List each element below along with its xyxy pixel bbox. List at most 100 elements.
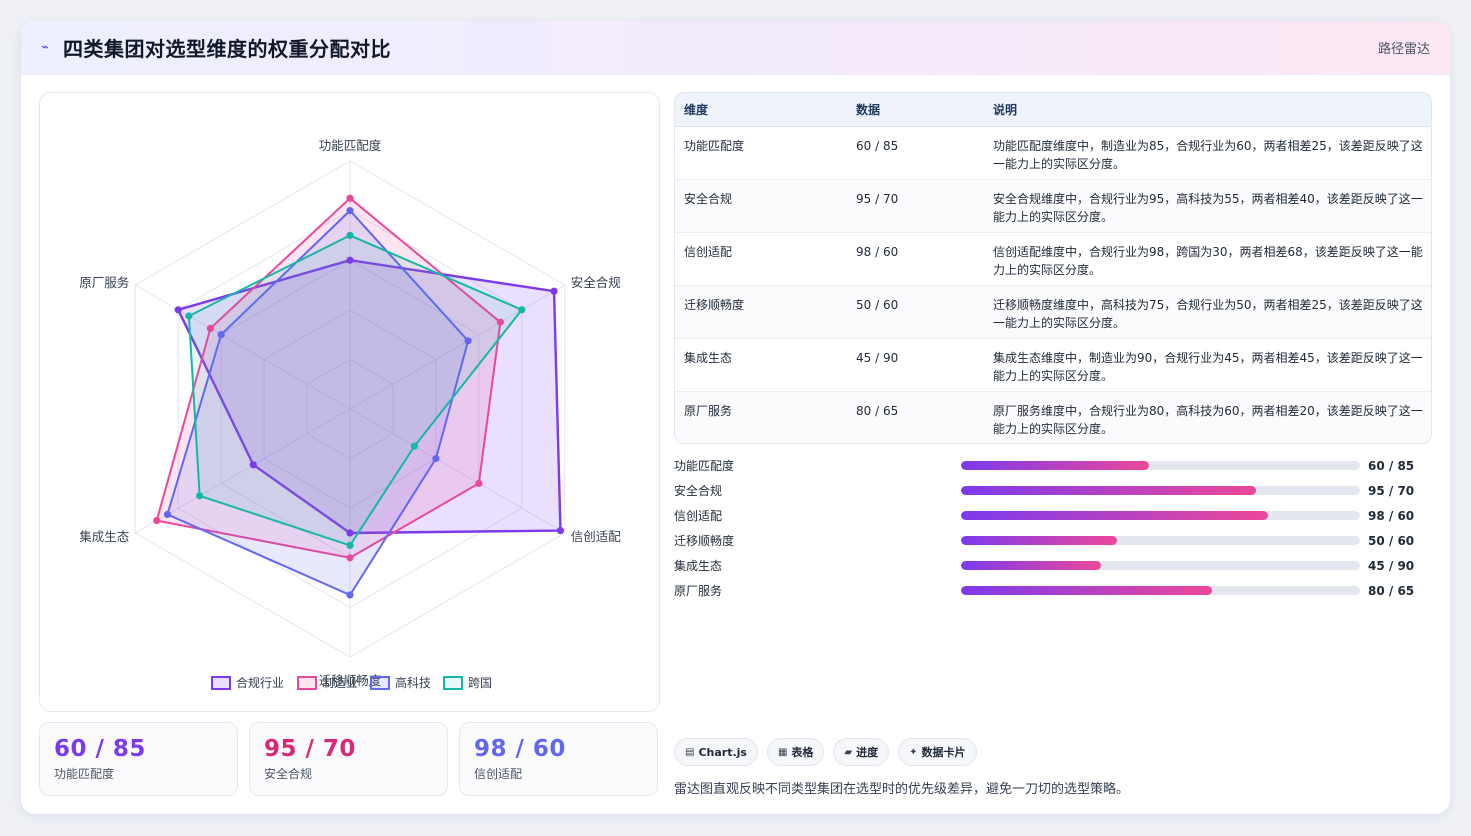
stat-label: 安全合规 <box>264 767 313 781</box>
radar-point <box>153 517 161 525</box>
radar-axis-label: 信创适配 <box>571 529 622 544</box>
radar-point <box>174 306 182 314</box>
column-header-data: 数据 <box>856 102 881 117</box>
table-row: 迁移顺畅度 50 / 60 迁移顺畅度维度中，高科技为75，合规行业为50，两者… <box>675 286 1431 339</box>
cell-data: 98 / 60 <box>856 245 899 259</box>
cell-dimension: 迁移顺畅度 <box>684 298 745 312</box>
progress-label: 集成生态 <box>674 559 723 573</box>
stat-value: 95 / 70 <box>264 736 356 762</box>
table-row: 功能匹配度 60 / 85 功能匹配度维度中，制造业为85，合规行业为60，两者… <box>675 127 1431 180</box>
chart-icon: ▤ <box>685 746 695 758</box>
legend-label: 制造业 <box>322 676 358 690</box>
header-tag: 路径雷达 <box>1377 42 1430 57</box>
chip-chartjs[interactable]: ▤ Chart.js <box>674 738 758 766</box>
progress-track <box>961 511 1360 520</box>
stat-value: 60 / 85 <box>54 736 146 762</box>
radar-axis-label: 功能匹配度 <box>319 138 382 153</box>
progress-track <box>961 461 1360 470</box>
table-row: 安全合规 95 / 70 安全合规维度中，合规行业为95，高科技为55，两者相差… <box>675 180 1431 233</box>
progress-value: 50 / 60 <box>1368 533 1415 548</box>
progress-label: 原厂服务 <box>674 584 723 598</box>
progress-label: 迁移顺畅度 <box>674 534 735 548</box>
radar-chart: 功能匹配度安全合规信创适配迁移顺畅度集成生态原厂服务合规行业 制造业 高科技 跨国 <box>79 138 622 690</box>
radar-point <box>496 318 504 326</box>
progress-track <box>961 536 1360 545</box>
progress-row: 迁移顺畅度 50 / 60 <box>674 528 1434 553</box>
legend-swatch <box>370 676 390 690</box>
radar-point <box>185 312 193 320</box>
chip-data-card[interactable]: ✦ 数据卡片 <box>898 738 977 766</box>
radar-point <box>346 591 354 599</box>
radar-point <box>206 324 214 332</box>
legend-label: 合规行业 <box>236 675 284 690</box>
radar-point <box>518 306 526 314</box>
legend-swatch <box>443 676 463 690</box>
progress-bars: 功能匹配度 60 / 85 安全合规 95 / 70 信创适配 98 / 60 … <box>674 453 1434 603</box>
stat-card-0: 60 / 85 功能匹配度 <box>39 722 238 796</box>
progress-fill <box>961 536 1117 545</box>
chip-label: 表格 <box>791 746 814 759</box>
chip-progress[interactable]: ▰ 进度 <box>833 738 890 766</box>
radar-point <box>475 479 483 487</box>
chip-label: Chart.js <box>698 745 747 759</box>
radar-point <box>346 207 354 215</box>
cell-dimension: 安全合规 <box>684 192 733 206</box>
radar-axis-label: 安全合规 <box>571 275 621 290</box>
table-row: 原厂服务 80 / 65 原厂服务维度中，合规行业为80，高科技为60，两者相差… <box>675 392 1431 443</box>
progress-track <box>961 561 1360 570</box>
column-header-description: 说明 <box>993 102 1018 117</box>
header-bar: ⌁ 四类集团对选型维度的权重分配对比 路径雷达 <box>21 21 1450 75</box>
cell-dimension: 原厂服务 <box>684 404 733 418</box>
radar-point <box>464 337 472 345</box>
cell-data: 50 / 60 <box>856 298 899 312</box>
cell-dimension: 集成生态 <box>684 351 733 365</box>
progress-fill <box>961 586 1213 595</box>
progress-value: 98 / 60 <box>1368 508 1415 523</box>
table-header: 维度 数据 说明 <box>675 93 1431 127</box>
chip-table[interactable]: ▦ 表格 <box>766 738 825 766</box>
progress-label: 功能匹配度 <box>674 459 735 473</box>
cell-description: 信创适配维度中，合规行业为98，跨国为30，两者相差68，该差距反映了这一能力上… <box>993 245 1423 277</box>
stat-value: 98 / 60 <box>474 736 566 762</box>
radar-axis-label: 集成生态 <box>79 529 129 544</box>
radar-point <box>556 526 565 535</box>
radar-point <box>346 256 354 264</box>
progress-fill <box>961 511 1269 520</box>
progress-track <box>961 586 1360 595</box>
table-row: 集成生态 45 / 90 集成生态维度中，制造业为90，合规行业为45，两者相差… <box>675 339 1431 392</box>
progress-fill <box>961 486 1257 495</box>
radar-axis-label: 原厂服务 <box>79 275 129 290</box>
progress-label: 安全合规 <box>674 484 723 498</box>
progress-value: 60 / 85 <box>1368 458 1415 473</box>
radar-point <box>196 492 204 500</box>
progress-value: 45 / 90 <box>1368 558 1415 573</box>
data-table: 维度 数据 说明 功能匹配度 60 / 85 功能匹配度维度中，制造业为85，合… <box>674 92 1432 444</box>
radar-point <box>410 442 419 450</box>
column-header-dimension: 维度 <box>684 102 709 117</box>
radar-point <box>346 231 354 239</box>
radar-point <box>163 510 172 518</box>
legend-swatch <box>297 676 317 690</box>
table-icon: ▦ <box>777 746 788 758</box>
progress-icon: ▰ <box>844 746 853 758</box>
progress-track <box>961 486 1360 495</box>
cell-data: 95 / 70 <box>856 192 899 206</box>
footnote: 雷达图直观反映不同类型集团在选型时的优先级差异，避免一刀切的选型策略。 <box>674 782 1130 797</box>
progress-row: 集成生态 45 / 90 <box>674 553 1434 578</box>
progress-row: 功能匹配度 60 / 85 <box>674 453 1434 478</box>
progress-fill <box>961 461 1149 470</box>
cell-description: 原厂服务维度中，合规行业为80，高科技为60，两者相差20，该差距反映了这一能力… <box>993 404 1423 436</box>
progress-row: 安全合规 95 / 70 <box>674 478 1434 503</box>
page-title: 四类集团对选型维度的权重分配对比 <box>63 37 391 61</box>
cell-dimension: 功能匹配度 <box>684 139 745 153</box>
cell-description: 迁移顺畅度维度中，高科技为75，合规行业为50，两者相差25，该差距反映了这一能… <box>993 298 1423 330</box>
radar-point <box>249 461 257 469</box>
sparkle-icon: ✦ <box>909 746 918 758</box>
radar-point <box>346 554 354 562</box>
legend-label: 跨国 <box>468 676 492 690</box>
radar-point <box>432 455 440 463</box>
radar-point <box>346 541 354 549</box>
pulse-icon: ⌁ <box>41 40 49 55</box>
dashboard-frame: ⌁ 四类集团对选型维度的权重分配对比 路径雷达 功能匹配度 安全合规 信创适配 迁移顺… <box>21 21 1450 814</box>
progress-value: 95 / 70 <box>1368 483 1415 498</box>
